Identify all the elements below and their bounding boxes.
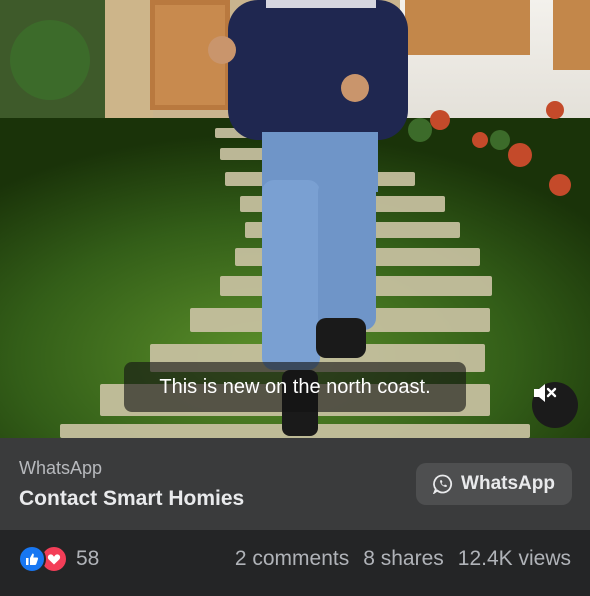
- whatsapp-icon: [433, 474, 453, 494]
- ad-source-label: WhatsApp: [19, 458, 103, 478]
- comments-count-link[interactable]: 2 comments: [235, 547, 349, 571]
- whatsapp-button-label: WhatsApp: [461, 473, 555, 494]
- views-count: 12.4K views: [457, 547, 571, 570]
- ad-title[interactable]: Contact Smart Homies: [19, 487, 244, 511]
- reactions-summary[interactable]: 58: [18, 545, 99, 573]
- video-player[interactable]: This is new on the north coast.: [0, 0, 590, 438]
- reaction-count: 58: [76, 547, 100, 570]
- whatsapp-button[interactable]: WhatsApp: [416, 463, 572, 505]
- post-stats: 2 comments 8 shares 12.4K views: [235, 547, 571, 571]
- like-icon: [18, 545, 46, 573]
- video-caption: This is new on the north coast.: [124, 362, 466, 412]
- mute-toggle-button[interactable]: [532, 382, 578, 428]
- speaker-muted-icon: [534, 384, 557, 402]
- shares-count-link[interactable]: 8 shares: [363, 547, 444, 571]
